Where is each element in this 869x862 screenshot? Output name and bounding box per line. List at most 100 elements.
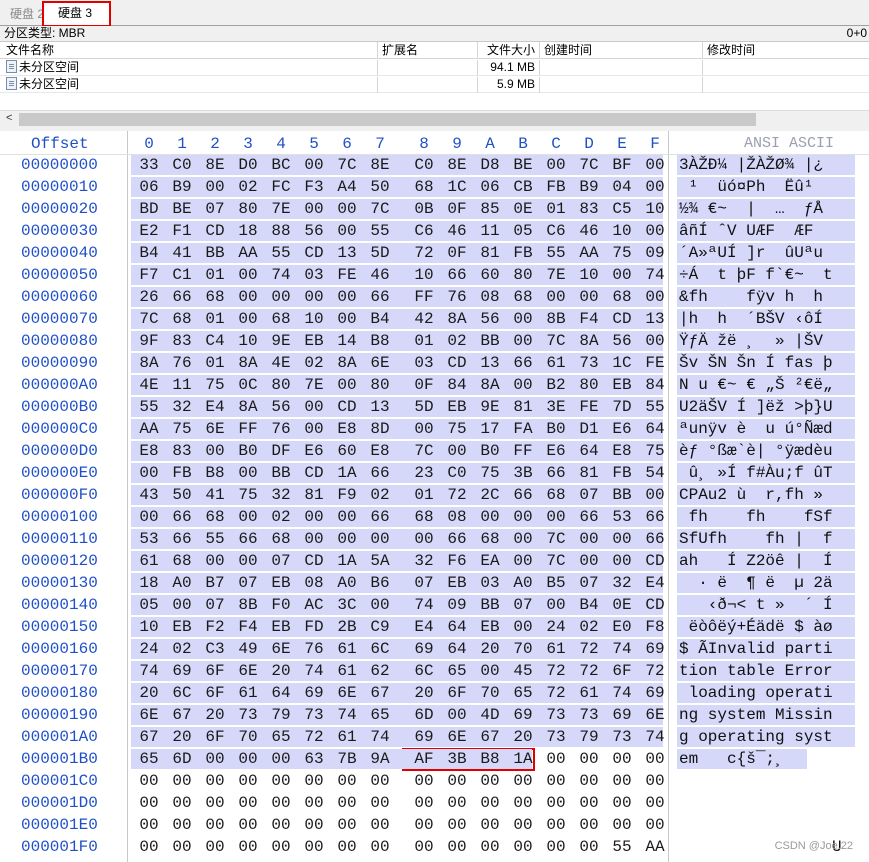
- hex-byte[interactable]: 72: [576, 638, 602, 660]
- hex-byte[interactable]: CD: [334, 396, 360, 418]
- ansi-text[interactable]: · ë ¶ ë µ 2ä: [679, 572, 832, 594]
- ansi-text[interactable]: ng system Missin: [679, 704, 833, 726]
- hex-byte[interactable]: 8A: [235, 396, 261, 418]
- hex-byte[interactable]: AF: [411, 748, 437, 770]
- hex-byte[interactable]: 00: [301, 836, 327, 858]
- hex-byte[interactable]: 70: [477, 682, 503, 704]
- hex-byte[interactable]: 7C: [543, 528, 569, 550]
- hex-byte[interactable]: 61: [543, 352, 569, 374]
- hex-byte[interactable]: 7C: [411, 440, 437, 462]
- hex-byte[interactable]: 07: [576, 572, 602, 594]
- hex-byte[interactable]: 00: [235, 462, 261, 484]
- hex-byte[interactable]: 55: [642, 396, 668, 418]
- hex-byte[interactable]: FB: [169, 462, 195, 484]
- hex-byte[interactable]: 0E: [609, 594, 635, 616]
- hex-byte[interactable]: 68: [411, 176, 437, 198]
- hex-byte[interactable]: 00: [477, 506, 503, 528]
- hex-byte[interactable]: 46: [444, 220, 470, 242]
- hex-byte[interactable]: 55: [609, 836, 635, 858]
- hex-byte[interactable]: 00: [136, 814, 162, 836]
- hex-byte[interactable]: 72: [543, 660, 569, 682]
- hex-byte[interactable]: 9E: [477, 396, 503, 418]
- hex-byte[interactable]: 66: [642, 506, 668, 528]
- hex-byte[interactable]: C6: [411, 220, 437, 242]
- hex-byte[interactable]: B0: [235, 440, 261, 462]
- hex-byte[interactable]: 00: [576, 550, 602, 572]
- hex-byte[interactable]: 00: [411, 792, 437, 814]
- hex-byte[interactable]: 64: [444, 638, 470, 660]
- hex-byte[interactable]: 00: [510, 792, 536, 814]
- ansi-text[interactable]: ´A»ªUÍ ]r ûUªu: [679, 242, 823, 264]
- hex-byte[interactable]: 56: [477, 308, 503, 330]
- hex-byte[interactable]: 45: [510, 660, 536, 682]
- hex-byte[interactable]: 00: [136, 506, 162, 528]
- hex-byte[interactable]: 20: [136, 682, 162, 704]
- hex-byte[interactable]: 24: [543, 616, 569, 638]
- hex-byte[interactable]: 08: [444, 506, 470, 528]
- hex-byte[interactable]: 0F: [411, 374, 437, 396]
- hex-byte[interactable]: 04: [609, 176, 635, 198]
- hex-byte[interactable]: 00: [510, 770, 536, 792]
- hex-byte[interactable]: 00: [268, 748, 294, 770]
- hex-byte[interactable]: 00: [444, 440, 470, 462]
- hex-byte[interactable]: 00: [169, 814, 195, 836]
- hex-byte[interactable]: 73: [543, 726, 569, 748]
- hex-byte[interactable]: 00: [609, 264, 635, 286]
- hex-byte[interactable]: 65: [367, 704, 393, 726]
- hex-byte[interactable]: 6E: [367, 352, 393, 374]
- hex-byte[interactable]: 00: [301, 506, 327, 528]
- hex-byte[interactable]: 00: [235, 308, 261, 330]
- hex-byte[interactable]: EA: [477, 550, 503, 572]
- hex-byte[interactable]: 6C: [367, 638, 393, 660]
- hex-byte[interactable]: 76: [169, 352, 195, 374]
- hex-byte[interactable]: 6D: [411, 704, 437, 726]
- hex-byte[interactable]: 81: [301, 484, 327, 506]
- ansi-text[interactable]: û¸ »Í f#Àu;f ûT: [679, 462, 833, 484]
- hex-byte[interactable]: 07: [576, 484, 602, 506]
- hex-byte[interactable]: 83: [576, 198, 602, 220]
- hex-byte[interactable]: EB: [268, 616, 294, 638]
- hex-byte[interactable]: 00: [609, 550, 635, 572]
- hex-byte[interactable]: 73: [576, 704, 602, 726]
- hex-byte[interactable]: F4: [235, 616, 261, 638]
- hex-byte[interactable]: FF: [510, 440, 536, 462]
- hex-byte[interactable]: 69: [411, 726, 437, 748]
- hex-byte[interactable]: 3E: [543, 396, 569, 418]
- hex-byte[interactable]: 02: [235, 176, 261, 198]
- ansi-text[interactable]: ¹ üó¤Ph Ëû¹: [679, 176, 814, 198]
- hex-byte[interactable]: 00: [136, 770, 162, 792]
- ansi-text[interactable]: âñÍ ˆV UÆF ÆF: [679, 220, 813, 242]
- column-header-created[interactable]: 创建时间: [540, 42, 703, 59]
- hex-byte[interactable]: 68: [169, 550, 195, 572]
- hex-byte[interactable]: 13: [334, 242, 360, 264]
- hex-byte[interactable]: 41: [202, 484, 228, 506]
- hex-byte[interactable]: 68: [543, 484, 569, 506]
- hex-byte[interactable]: 55: [367, 220, 393, 242]
- hex-byte[interactable]: 68: [477, 528, 503, 550]
- hex-byte[interactable]: 46: [576, 220, 602, 242]
- hex-byte[interactable]: 6E: [444, 726, 470, 748]
- hex-byte[interactable]: 8E: [444, 154, 470, 176]
- ansi-text[interactable]: 3ÀŽÐ¼ |ŽÀŽØ¾ |¿: [679, 154, 823, 176]
- hex-byte[interactable]: 07: [268, 550, 294, 572]
- hex-byte[interactable]: FE: [576, 396, 602, 418]
- hex-byte[interactable]: 00: [411, 836, 437, 858]
- hex-byte[interactable]: 80: [268, 374, 294, 396]
- hex-byte[interactable]: 00: [576, 528, 602, 550]
- hex-byte[interactable]: 00: [235, 814, 261, 836]
- hex-byte[interactable]: 02: [301, 352, 327, 374]
- hex-byte[interactable]: FB: [543, 176, 569, 198]
- hex-byte[interactable]: 00: [510, 308, 536, 330]
- hex-byte[interactable]: 66: [169, 286, 195, 308]
- hex-byte[interactable]: 00: [235, 550, 261, 572]
- ansi-text[interactable]: N u €~ € „Š ²€ë„: [679, 374, 833, 396]
- hex-byte[interactable]: 13: [642, 308, 668, 330]
- hex-byte[interactable]: E4: [642, 572, 668, 594]
- hex-byte[interactable]: 75: [202, 374, 228, 396]
- hex-byte[interactable]: 00: [334, 814, 360, 836]
- hex-byte[interactable]: 6F: [609, 660, 635, 682]
- hex-byte[interactable]: 00: [301, 198, 327, 220]
- hex-byte[interactable]: EB: [477, 616, 503, 638]
- hex-byte[interactable]: 00: [576, 836, 602, 858]
- hex-byte[interactable]: 11: [477, 220, 503, 242]
